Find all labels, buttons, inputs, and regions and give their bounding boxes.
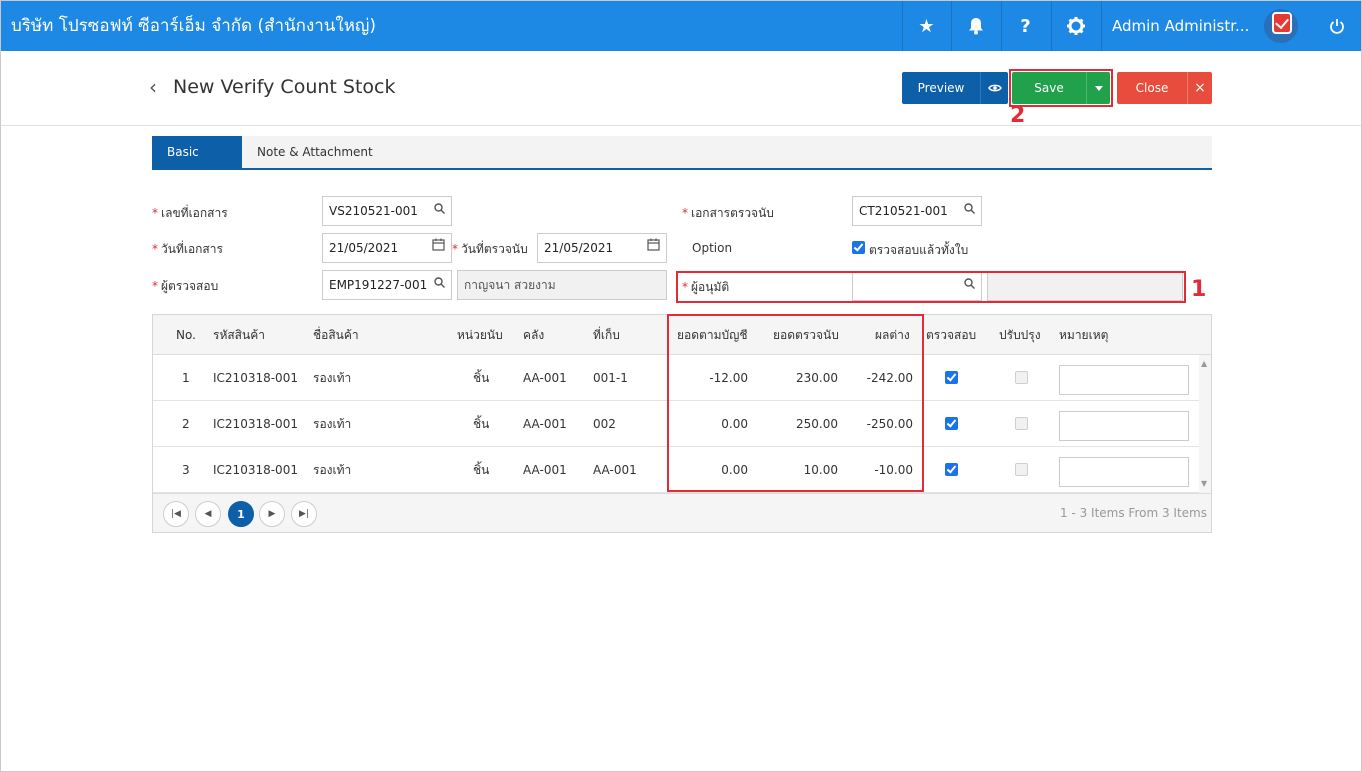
- cell-name: รองเท้า: [313, 371, 352, 385]
- col-product-name[interactable]: ชื่อสินค้า: [313, 315, 359, 355]
- col-unit[interactable]: หน่วยนับ: [457, 315, 503, 355]
- tab-basic-data[interactable]: Basic Data: [152, 136, 242, 191]
- pager-info: 1 - 3 Items From 3 Items: [1060, 506, 1207, 520]
- grid-scrollbar[interactable]: ▲ ▼: [1199, 355, 1211, 493]
- cell-code: IC210318-001: [213, 417, 298, 431]
- user-menu[interactable]: Admin Administr...: [1101, 1, 1321, 51]
- search-icon[interactable]: [434, 197, 445, 225]
- search-icon[interactable]: [964, 197, 975, 225]
- cell-no: 3: [182, 463, 190, 477]
- scroll-up-icon[interactable]: ▲: [1201, 359, 1207, 368]
- checked-checkbox[interactable]: [945, 463, 958, 476]
- remark-input[interactable]: [1059, 411, 1189, 441]
- adjusted-checkbox[interactable]: [1015, 371, 1028, 384]
- doc-no-field[interactable]: VS210521-001: [322, 196, 452, 226]
- doc-date-field[interactable]: 21/05/2021: [322, 233, 452, 263]
- col-adjusted[interactable]: ปรับปรุง: [999, 315, 1041, 355]
- inspector-label: * ผู้ตรวจสอบ: [152, 279, 219, 293]
- cell-location: AA-001: [593, 463, 637, 477]
- approver-highlight-box: [676, 271, 1186, 303]
- star-icon[interactable]: ★: [902, 1, 950, 51]
- avatar: [1264, 9, 1298, 43]
- check-badge-icon: [1272, 12, 1292, 34]
- page-1-button[interactable]: 1: [228, 501, 254, 527]
- cell-warehouse: AA-001: [523, 463, 567, 477]
- tab-note-attachment[interactable]: Note & Attachment: [242, 136, 388, 168]
- remark-input[interactable]: [1059, 457, 1189, 487]
- cell-unit: ชิ้น: [473, 371, 490, 385]
- tab-bar: Basic Data Note & Attachment: [152, 136, 1212, 191]
- option-label: Option: [692, 241, 733, 255]
- gear-icon[interactable]: [1051, 1, 1099, 51]
- verified-all-label: ตรวจสอบแล้วทั้งใบ: [869, 243, 969, 257]
- col-remark[interactable]: หมายเหตุ: [1059, 315, 1108, 355]
- calendar-icon[interactable]: [647, 234, 660, 262]
- grid-pager: |◀ ◀ 1 ▶ ▶| 1 - 3 Items From 3 Items: [153, 493, 1211, 532]
- cell-no: 2: [182, 417, 190, 431]
- doc-date-label: * วันที่เอกสาร: [152, 242, 223, 256]
- first-page-icon[interactable]: |◀: [163, 501, 189, 527]
- page-title: New Verify Count Stock: [173, 76, 396, 98]
- cell-warehouse: AA-001: [523, 417, 567, 431]
- help-icon[interactable]: ?: [1001, 1, 1049, 51]
- user-name: Admin Administr...: [1112, 17, 1250, 35]
- verified-all-checkbox[interactable]: [852, 241, 865, 254]
- power-icon[interactable]: [1313, 1, 1361, 51]
- cell-name: รองเท้า: [313, 463, 352, 477]
- cell-warehouse: AA-001: [523, 371, 567, 385]
- inspector-name-field: กาญจนา สวยงาม: [457, 270, 667, 300]
- bell-icon[interactable]: [951, 1, 999, 51]
- adjusted-checkbox[interactable]: [1015, 417, 1028, 430]
- cell-location: 002: [593, 417, 616, 431]
- next-page-icon[interactable]: ▶: [259, 501, 285, 527]
- col-location[interactable]: ที่เก็บ: [593, 315, 620, 355]
- inspector-code-field[interactable]: EMP191227-001: [322, 270, 452, 300]
- count-doc-field[interactable]: CT210521-001: [852, 196, 982, 226]
- remark-input[interactable]: [1059, 365, 1189, 395]
- last-page-icon[interactable]: ▶|: [291, 501, 317, 527]
- doc-no-label: * เลขที่เอกสาร: [152, 206, 228, 220]
- qty-columns-highlight-box: [667, 314, 924, 492]
- step-2-label: 2: [1010, 103, 1026, 128]
- cell-location: 001-1: [593, 371, 628, 385]
- col-checked[interactable]: ตรวจสอบ: [926, 315, 976, 355]
- cell-unit: ชิ้น: [473, 417, 490, 431]
- cell-name: รองเท้า: [313, 417, 352, 431]
- preview-button[interactable]: Preview: [902, 72, 980, 104]
- cell-unit: ชิ้น: [473, 463, 490, 477]
- count-date-field[interactable]: 21/05/2021: [537, 233, 667, 263]
- cell-code: IC210318-001: [213, 463, 298, 477]
- save-highlight-box: [1009, 69, 1113, 107]
- eye-icon[interactable]: [980, 72, 1008, 104]
- top-bar: บริษัท โปรซอฟท์ ซีอาร์เอ็ม จำกัด (สำนักง…: [1, 1, 1361, 51]
- step-1-label: 1: [1191, 277, 1207, 302]
- search-icon[interactable]: [434, 271, 445, 299]
- prev-page-icon[interactable]: ◀: [195, 501, 221, 527]
- calendar-icon[interactable]: [432, 234, 445, 262]
- adjusted-checkbox[interactable]: [1015, 463, 1028, 476]
- cell-code: IC210318-001: [213, 371, 298, 385]
- count-date-label: * วันที่ตรวจนับ: [452, 242, 528, 256]
- close-x-icon[interactable]: ×: [1187, 72, 1212, 104]
- col-product-code[interactable]: รหัสสินค้า: [213, 315, 265, 355]
- checked-checkbox[interactable]: [945, 417, 958, 430]
- company-name: บริษัท โปรซอฟท์ ซีอาร์เอ็ม จำกัด (สำนักง…: [11, 16, 377, 36]
- checked-checkbox[interactable]: [945, 371, 958, 384]
- scroll-down-icon[interactable]: ▼: [1201, 479, 1207, 488]
- close-button[interactable]: Close: [1117, 72, 1187, 104]
- back-icon[interactable]: ‹: [149, 75, 157, 99]
- col-warehouse[interactable]: คลัง: [523, 315, 544, 355]
- col-no[interactable]: No.: [176, 315, 196, 355]
- count-doc-label: * เอกสารตรวจนับ: [682, 206, 774, 220]
- cell-no: 1: [182, 371, 190, 385]
